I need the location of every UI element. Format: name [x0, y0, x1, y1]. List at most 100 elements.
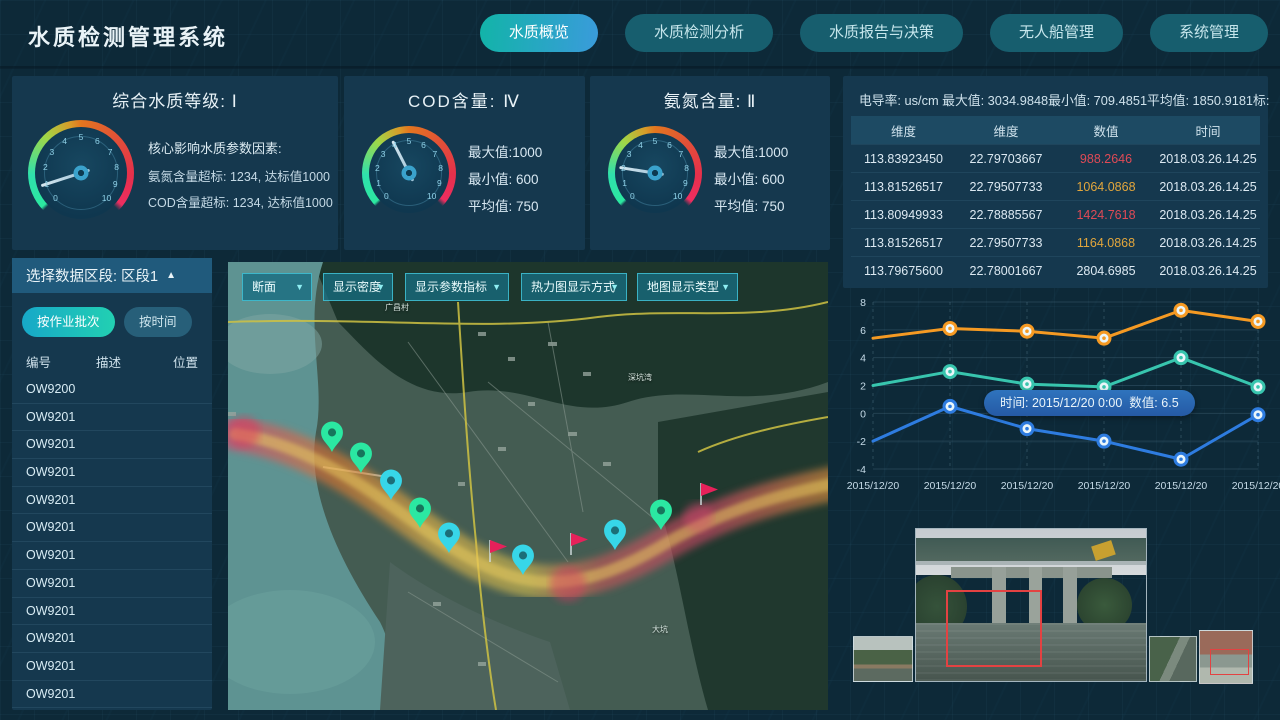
sidebar-table-header: 编号 描述 位置 [26, 352, 198, 371]
photo-annotation-box [946, 590, 1042, 667]
gauge-scale-3: 3 [381, 149, 386, 159]
station-row[interactable]: OW9201 [12, 459, 212, 487]
info-line: COD含量超标: 1234, 达标值1000 [148, 192, 333, 211]
cell-time: 2018.03.26.14.25 [1156, 208, 1260, 222]
gauge-hub [648, 166, 663, 181]
stat-value: 600 [516, 172, 539, 187]
gauge-scale-6: 6 [421, 140, 426, 150]
collapse-icon[interactable]: ▲ [166, 270, 176, 281]
cell-lng: 113.83923450 [851, 152, 956, 166]
conductivity-row[interactable]: 113.8392345022.79703667988.26462018.03.2… [851, 144, 1260, 172]
gauge-scale-6: 6 [95, 136, 100, 146]
gauge-scale-9: 9 [683, 178, 688, 188]
svg-text:2015/12/20: 2015/12/20 [1155, 480, 1208, 492]
gauge-scale-7: 7 [108, 147, 113, 157]
site-photo-main[interactable] [915, 528, 1147, 682]
station-row[interactable]: OW9201 [12, 598, 212, 626]
gauge-scale-6: 6 [667, 140, 672, 150]
map-dropdown-5[interactable]: 地图显示类型▼ [637, 273, 738, 301]
panel-ammonia: 氨氮含量: Ⅱ 012345678910 最大值:1000 最小值: 600 平… [590, 76, 830, 250]
gauge-scale-10: 10 [673, 191, 682, 201]
dashboard: 水质检测管理系统 水质概览水质检测分析水质报告与决策无人船管理系统管理 综合水质… [0, 0, 1280, 720]
station-row[interactable]: OW9200 [12, 376, 212, 404]
stat-label: 最小值: [468, 172, 512, 187]
svg-text:-4: -4 [857, 464, 866, 476]
nav-tab-1[interactable]: 水质概览 [480, 14, 598, 52]
station-row[interactable]: OW9201 [12, 487, 212, 515]
map-dropdown-bar: 断面▼显示密度▼显示参数指标▼热力图显示方式▼地图显示类型▼ [228, 273, 828, 301]
tooltip-time-label: 时间: [1000, 396, 1028, 410]
station-row[interactable]: OW9201 [12, 681, 212, 709]
dropdown-label: 显示参数指标 [415, 280, 487, 294]
gauge-hub [402, 166, 417, 181]
site-photo-thumb[interactable] [1199, 630, 1253, 684]
cell-time: 2018.03.26.14.25 [1156, 180, 1260, 194]
map-dropdown-2[interactable]: 显示密度▼ [323, 273, 393, 301]
nav-tab-2[interactable]: 水质检测分析 [625, 14, 773, 52]
map-dropdown-4[interactable]: 热力图显示方式▼ [521, 273, 627, 301]
station-row[interactable]: OW9201 [12, 625, 212, 653]
col-pos: 位置 [173, 352, 198, 371]
conductivity-row[interactable]: 113.8152651722.795077331164.08682018.03.… [851, 228, 1260, 256]
header: 水质检测管理系统 水质概览水质检测分析水质报告与决策无人船管理系统管理 [0, 0, 1280, 66]
gauge-scale-1: 1 [622, 178, 627, 188]
conductivity-header: 电导率: us/cm 最大值: 3034.9848最小值: 709.4851平均… [859, 90, 1269, 109]
cell-lat: 22.79703667 [956, 152, 1056, 166]
station-row[interactable]: OW9201 [12, 404, 212, 432]
cell-value: 2804.6985 [1056, 264, 1156, 278]
map-dropdown-3[interactable]: 显示参数指标▼ [405, 273, 509, 301]
svg-text:8: 8 [860, 297, 866, 309]
filter-by-time-button[interactable]: 按时间 [124, 307, 192, 337]
filter-by-batch-button[interactable]: 按作业批次 [22, 307, 115, 337]
gauge-scale-2: 2 [375, 163, 380, 173]
section-select[interactable]: 选择数据区段: 区段1 ▲ [12, 258, 212, 293]
app-title: 水质检测管理系统 [28, 20, 228, 52]
conductivity-row[interactable]: 113.8094993322.788855671424.76182018.03.… [851, 200, 1260, 228]
map-dropdown-1[interactable]: 断面▼ [242, 273, 312, 301]
gauge-scale-3: 3 [49, 147, 54, 157]
station-row[interactable]: OW9201 [12, 570, 212, 598]
gauge-scale-3: 3 [627, 149, 632, 159]
tooltip-value-label: 数值: [1129, 396, 1157, 410]
chart-tooltip: 时间: 2015/12/20 0:00 数值: 6.5 [984, 390, 1195, 416]
gauge-hub [74, 166, 89, 181]
gauge-scale-2: 2 [43, 162, 48, 172]
cell-value: 988.2646 [1056, 152, 1156, 166]
station-row[interactable]: OW9201 [12, 431, 212, 459]
stat-value: 1000 [512, 145, 542, 160]
panel-title: COD含量: Ⅳ [344, 87, 585, 112]
cell-lat: 22.78001667 [956, 264, 1056, 278]
cell-time: 2018.03.26.14.25 [1156, 236, 1260, 250]
gauge-scale-0: 0 [630, 191, 635, 201]
station-row[interactable]: OW9201 [12, 653, 212, 681]
gauge-scale-9: 9 [113, 179, 118, 189]
nav-tab-3[interactable]: 水质报告与决策 [800, 14, 963, 52]
svg-text:2015/12/20: 2015/12/20 [924, 480, 977, 492]
site-photo-thumb[interactable] [1149, 636, 1197, 682]
nav-tab-5[interactable]: 系统管理 [1150, 14, 1268, 52]
gauge-scale-0: 0 [53, 193, 58, 203]
col-id: 编号 [26, 352, 96, 371]
map[interactable]: 广昌村 深坑湾 大坑 断面▼显示密度▼显示参数指标▼热力图显示方式▼地图显示类型… [228, 262, 828, 710]
site-photo-thumb[interactable] [853, 636, 913, 682]
tooltip-value: 6.5 [1161, 396, 1178, 410]
chevron-down-icon: ▼ [721, 274, 730, 300]
conductivity-row[interactable]: 113.7967560022.780016672804.69852018.03.… [851, 256, 1260, 284]
gauge-scale-7: 7 [432, 149, 437, 159]
stat-label: 平均值: [714, 199, 758, 214]
chevron-down-icon: ▼ [376, 274, 385, 300]
svg-text:2015/12/20: 2015/12/20 [1232, 480, 1280, 492]
cell-value: 1424.7618 [1056, 208, 1156, 222]
gauge-scale-5: 5 [79, 132, 84, 142]
nav-tab-4[interactable]: 无人船管理 [990, 14, 1123, 52]
station-row[interactable]: OW9201 [12, 542, 212, 570]
map-place-label: 大坑 [652, 624, 668, 635]
gauge-scale-1: 1 [376, 178, 381, 188]
station-row[interactable]: OW9201 [12, 514, 212, 542]
sidebar: 选择数据区段: 区段1 ▲ 按作业批次 按时间 编号 描述 位置 OW9200O… [12, 258, 212, 710]
svg-text:-2: -2 [857, 436, 866, 448]
timeseries-chart[interactable]: -4-2024682015/12/202015/12/202015/12/202… [843, 290, 1268, 502]
stat-value: 750 [516, 199, 539, 214]
conductivity-row[interactable]: 113.8152651722.795077331064.08682018.03.… [851, 172, 1260, 200]
gauge-scale-8: 8 [684, 163, 689, 173]
